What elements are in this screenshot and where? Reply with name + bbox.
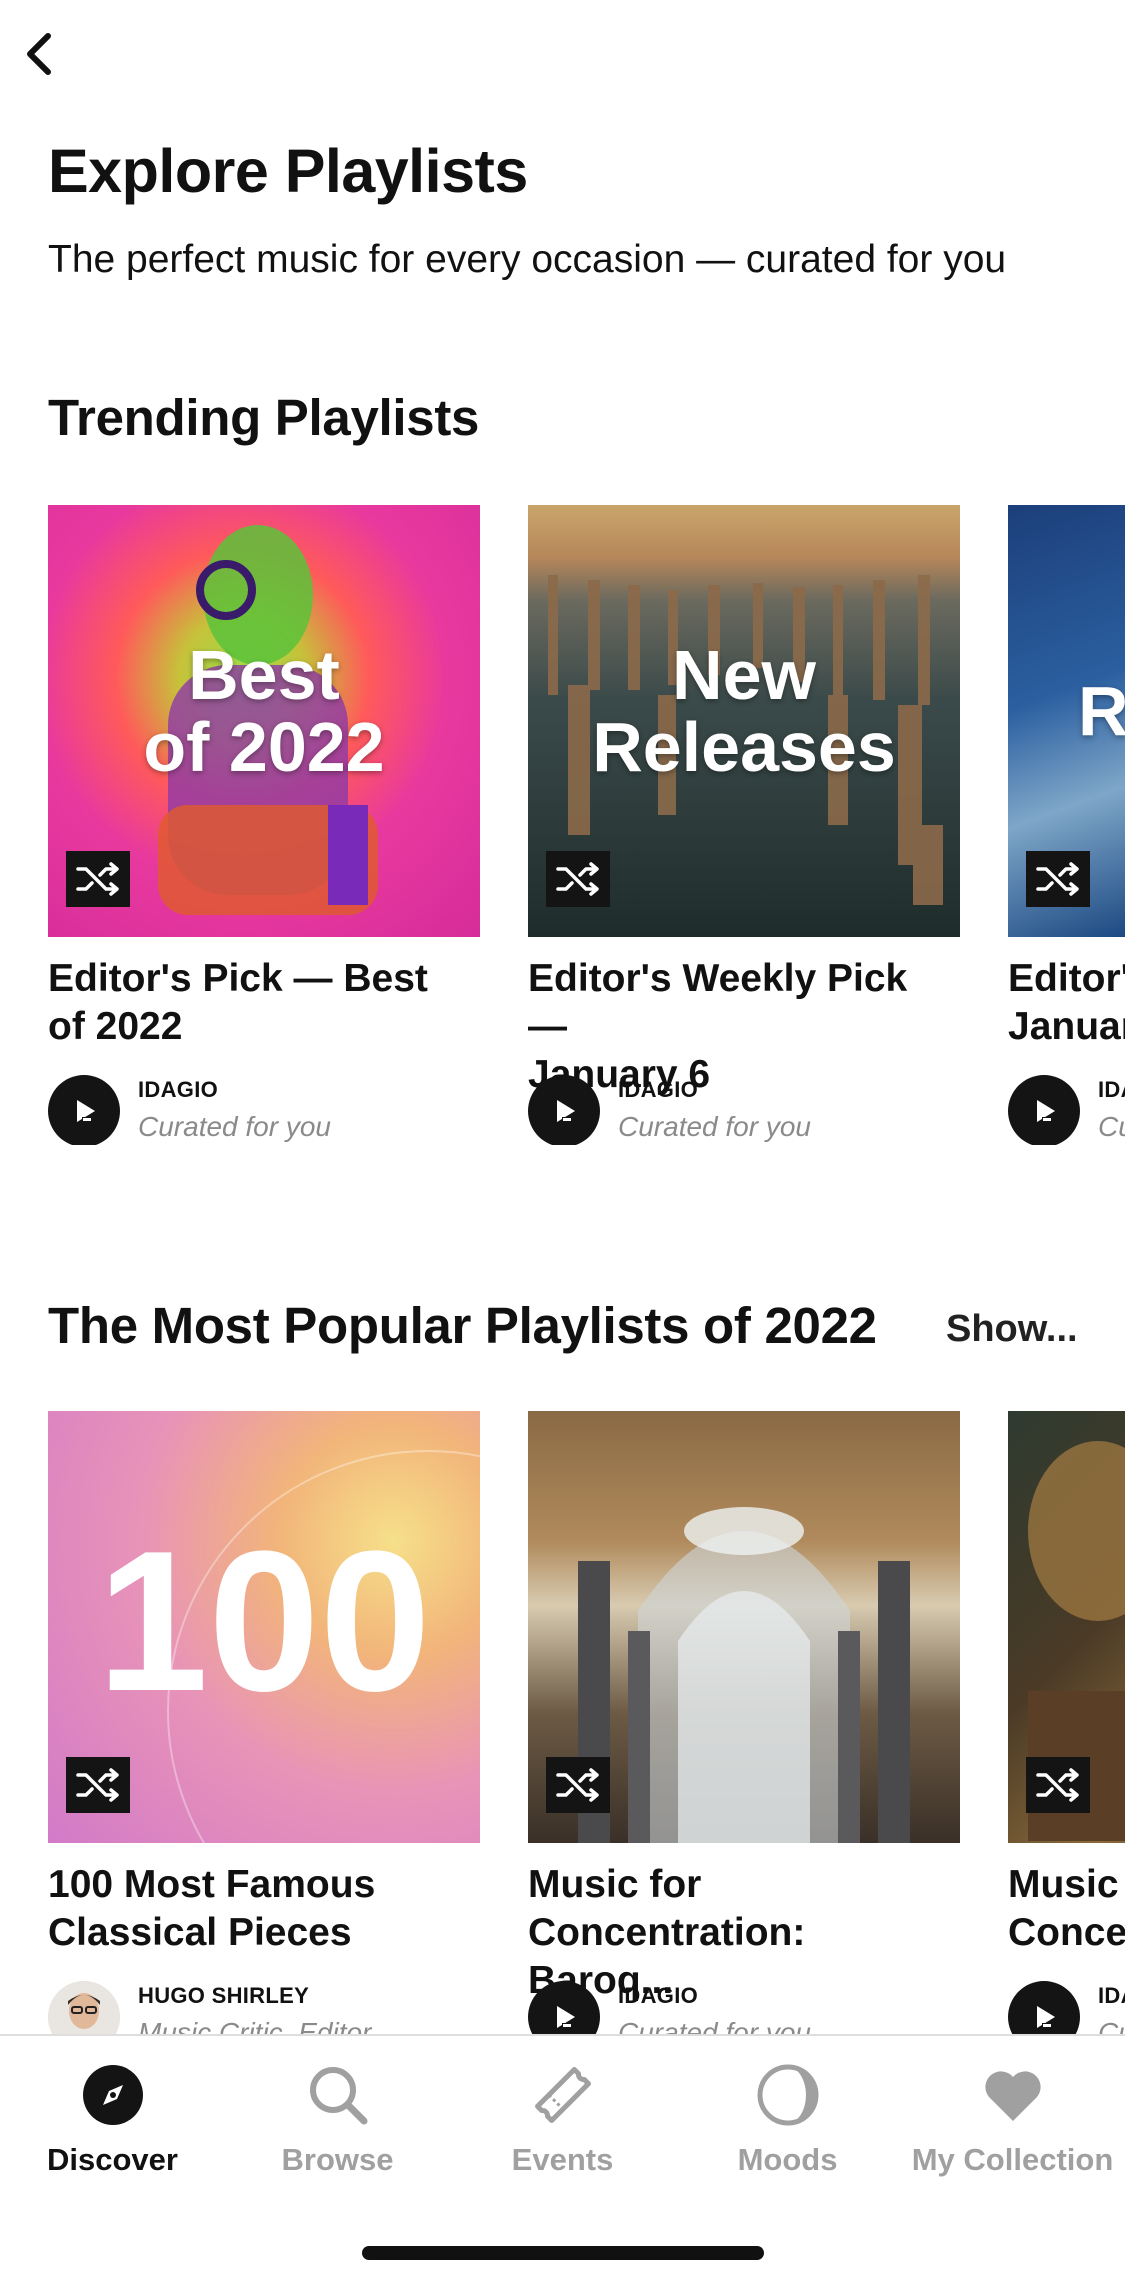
curator-subtitle: Curated for you [618, 2017, 811, 2034]
curator-row: IDAGIO Curated for you [528, 1075, 960, 1145]
search-icon [303, 2060, 373, 2130]
tab-label: Browse [281, 2142, 394, 2177]
shuffle-icon [1036, 862, 1079, 896]
curator-subtitle: Curated for you [618, 1111, 811, 1142]
shuffle-button[interactable] [546, 851, 610, 907]
shuffle-button[interactable] [66, 1757, 130, 1813]
playlist-cover: New Releases [528, 505, 960, 937]
shuffle-icon [556, 1768, 599, 1802]
curator-name: IDAGIO [138, 1077, 219, 1102]
shuffle-icon [76, 1768, 119, 1802]
section-title-trending: Trending Playlists [48, 389, 480, 446]
tab-label: Moods [737, 2142, 838, 2177]
curator-row: IDA Cu [1008, 1075, 1125, 1145]
heart-icon [978, 2060, 1048, 2130]
avatar [48, 1981, 120, 2034]
playlist-cover: 100 [48, 1411, 480, 1843]
shuffle-button[interactable] [1026, 1757, 1090, 1813]
tab-moods[interactable]: Moods [675, 2060, 900, 2190]
shuffle-icon [76, 862, 119, 896]
popular-carousel[interactable]: 100 100 Most Famous Classical Pieces HUG… [0, 1411, 1125, 2034]
playlist-cover [528, 1411, 960, 1843]
shuffle-button[interactable] [1026, 851, 1090, 907]
back-button[interactable] [18, 24, 58, 84]
play-icon [557, 2006, 575, 2028]
tab-browse[interactable]: Browse [225, 2060, 450, 2190]
curator-name: IDA [1098, 1077, 1125, 1102]
shuffle-icon [1036, 1768, 1079, 1802]
curator-name: IDA [1098, 1983, 1125, 2008]
tab-discover[interactable]: Discover [0, 2060, 225, 2190]
curator-subtitle: Cu [1098, 2017, 1125, 2034]
curator-subtitle: Curated for you [138, 1111, 331, 1142]
play-icon [77, 1100, 95, 1122]
play-icon [1037, 1100, 1055, 1122]
tab-label: Events [511, 2142, 614, 2177]
chevron-left-icon [27, 33, 51, 75]
ticket-icon [528, 2060, 598, 2130]
curator-name: IDAGIO [618, 1983, 699, 2008]
playlist-title[interactable]: Music Concer [1008, 1861, 1125, 1957]
play-button[interactable] [528, 1981, 600, 2034]
shuffle-button[interactable] [546, 1757, 610, 1813]
tab-label: My Collection [911, 2142, 1114, 2177]
playlist-cover: Re [1008, 505, 1125, 937]
section-title-popular: The Most Popular Playlists of 2022 [48, 1297, 877, 1354]
play-icon [1037, 2006, 1055, 2028]
play-button[interactable] [1008, 1981, 1080, 2034]
curator-row: HUGO SHIRLEY Music Critic, Editor [48, 1981, 480, 2034]
curator-name: HUGO SHIRLEY [138, 1983, 310, 2008]
show-all-link[interactable]: Show... [946, 1308, 1078, 1351]
moon-icon [753, 2060, 823, 2130]
tab-label: Discover [47, 2142, 178, 2177]
playlist-title[interactable]: Editor's Januar [1008, 955, 1125, 1051]
shuffle-button[interactable] [66, 851, 130, 907]
compass-icon [78, 2060, 148, 2130]
playlist-title[interactable]: 100 Most Famous Classical Pieces [48, 1861, 468, 1957]
play-icon [557, 1100, 575, 1122]
tab-my-collection[interactable]: My Collection [900, 2060, 1125, 2190]
shuffle-icon [556, 862, 599, 896]
playlist-cover [1008, 1411, 1125, 1843]
play-button[interactable] [1008, 1075, 1080, 1145]
page-subtitle: The perfect music for every occasion — c… [48, 238, 1007, 281]
curator-subtitle: Music Critic, Editor [138, 2017, 372, 2034]
tab-events[interactable]: Events [450, 2060, 675, 2190]
trending-carousel[interactable]: Best of 2022 Editor's Pick — Best of 202… [0, 505, 1125, 1145]
home-indicator[interactable] [362, 2246, 764, 2260]
playlist-title[interactable]: Editor's Pick — Best of 2022 [48, 955, 468, 1051]
curator-row: IDAGIO Curated for you [48, 1075, 480, 1145]
curator-row: IDA Cu [1008, 1981, 1125, 2034]
curator-subtitle: Cu [1098, 1111, 1125, 1142]
curator-row: IDAGIO Curated for you [528, 1981, 960, 2034]
play-button[interactable] [48, 1075, 120, 1145]
page-title: Explore Playlists [48, 137, 528, 205]
play-button[interactable] [528, 1075, 600, 1145]
curator-name: IDAGIO [618, 1077, 699, 1102]
playlist-cover: Best of 2022 [48, 505, 480, 937]
person-icon [48, 1981, 120, 2034]
